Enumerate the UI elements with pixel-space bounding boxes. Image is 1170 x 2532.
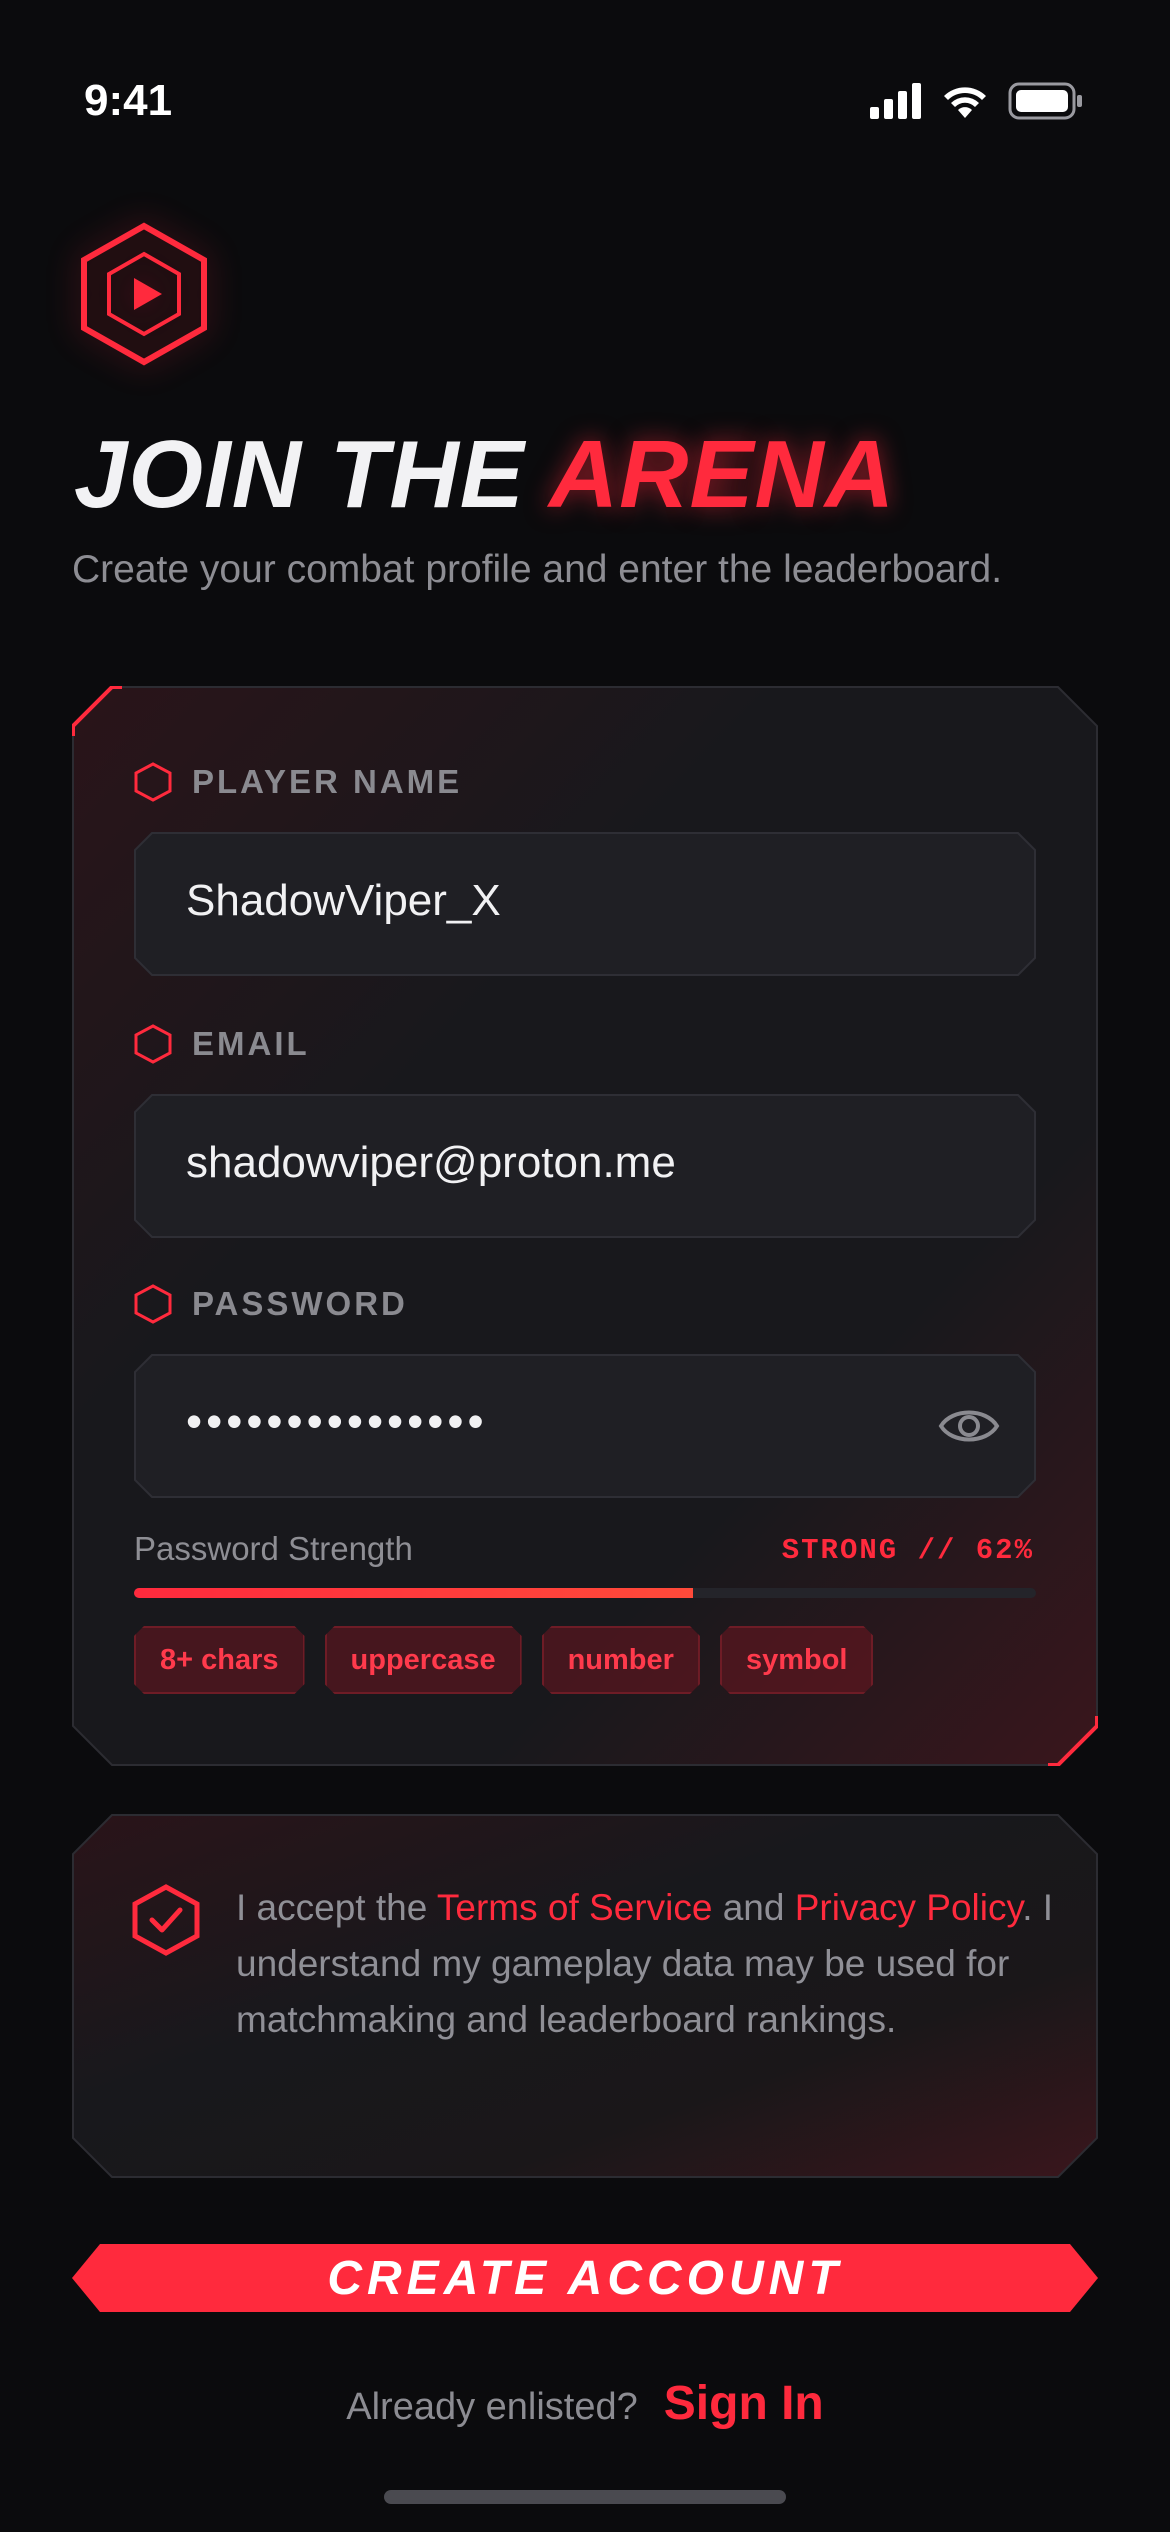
- page-subtitle: Create your combat profile and enter the…: [72, 548, 1003, 591]
- password-requirements: 8+ chars uppercase number symbol: [134, 1626, 873, 1694]
- password-strength-status: STRONG // 62%: [781, 1534, 1034, 1567]
- password-label-text: PASSWORD: [192, 1285, 408, 1322]
- hexagon-icon: [134, 1024, 172, 1064]
- battery-icon: [1008, 82, 1082, 120]
- password-label: PASSWORD: [134, 1284, 408, 1324]
- title-accent: ARENA: [548, 421, 896, 528]
- player-name-value: ShadowViper_X: [186, 876, 501, 925]
- status-time: 9:41: [84, 76, 173, 125]
- password-field[interactable]: •••••••••••••••: [134, 1354, 1036, 1498]
- terms-of-service-link[interactable]: Terms of Service: [437, 1887, 713, 1928]
- player-name-label-text: PLAYER NAME: [192, 763, 463, 800]
- hexagon-play-icon: [81, 222, 207, 366]
- player-name-input[interactable]: ShadowViper_X: [134, 832, 1036, 976]
- requirement-chip: number: [542, 1626, 700, 1694]
- terms-text-before: I accept the: [236, 1887, 437, 1928]
- password-strength-fill: [134, 1588, 694, 1598]
- requirement-chip: 8+ chars: [134, 1626, 305, 1694]
- email-label: EMAIL: [134, 1024, 310, 1064]
- terms-checkbox[interactable]: [132, 1884, 200, 1956]
- home-indicator[interactable]: [384, 2490, 786, 2504]
- password-strength-bar: [134, 1588, 1036, 1598]
- hexagon-icon: [134, 762, 172, 802]
- email-label-text: EMAIL: [192, 1025, 310, 1062]
- player-name-label: PLAYER NAME: [134, 762, 462, 802]
- terms-text-and: and: [712, 1887, 795, 1928]
- status-icons: [870, 82, 1084, 120]
- eye-icon[interactable]: [938, 1402, 1000, 1450]
- create-account-label: CREATE ACCOUNT: [327, 2251, 843, 2305]
- requirement-chip: symbol: [720, 1626, 874, 1694]
- password-value: •••••••••••••••: [186, 1395, 488, 1447]
- title-white: JOIN THE: [74, 421, 525, 528]
- requirement-chip: uppercase: [325, 1626, 522, 1694]
- hexagon-icon: [134, 1284, 172, 1324]
- create-account-button[interactable]: CREATE ACCOUNT: [72, 2244, 1098, 2312]
- wifi-icon: [944, 87, 986, 118]
- email-field[interactable]: shadowviper@proton.me: [134, 1094, 1036, 1238]
- sign-in-link[interactable]: Sign In: [664, 2376, 824, 2431]
- signin-prompt: Already enlisted?: [346, 2386, 638, 2428]
- signal-icon: [870, 83, 921, 119]
- terms-text: I accept the Terms of Service and Privac…: [236, 1880, 1056, 2048]
- signin-row: Already enlisted? Sign In: [0, 2376, 1170, 2431]
- page-title: JOIN THE ARENA: [74, 420, 895, 530]
- status-bar: 9:41: [0, 0, 1170, 140]
- email-value: shadowviper@proton.me: [186, 1138, 676, 1187]
- privacy-policy-link[interactable]: Privacy Policy: [795, 1887, 1023, 1928]
- password-strength-label: Password Strength: [134, 1530, 413, 1567]
